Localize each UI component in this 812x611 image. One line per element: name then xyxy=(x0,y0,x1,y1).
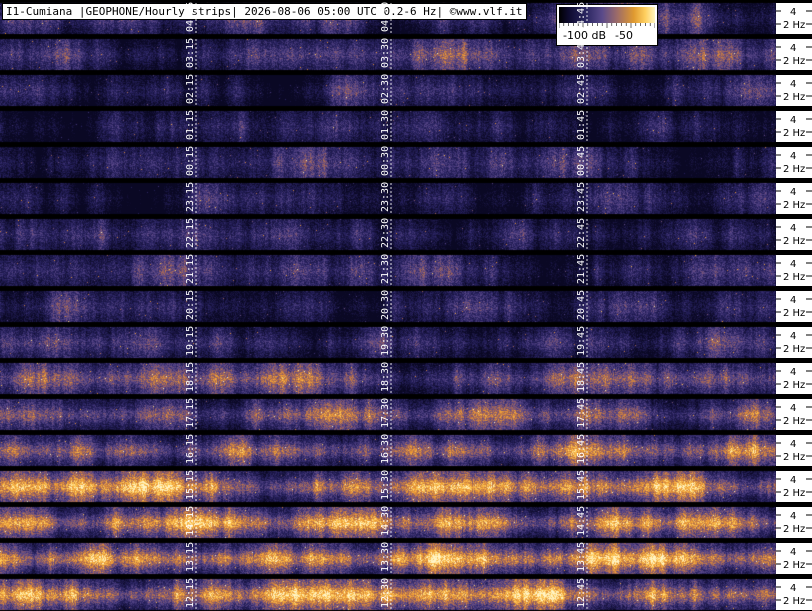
time-mark-label: 00:30 xyxy=(380,146,391,176)
freq-label-top: 4 xyxy=(790,43,796,54)
time-mark-label: 01:15 xyxy=(185,110,196,140)
freq-label-top: 4 xyxy=(790,259,796,270)
time-mark-label: 03:15 xyxy=(185,38,196,68)
freq-label-bottom: 2 Hz xyxy=(783,200,805,211)
time-mark-label: 21:15 xyxy=(185,254,196,284)
freq-label-top: 4 xyxy=(790,439,796,450)
time-mark-label: 17:15 xyxy=(185,398,196,428)
time-mark-label: 12:15 xyxy=(185,578,196,608)
time-mark-label: 21:30 xyxy=(380,254,391,284)
freq-label-top: 4 xyxy=(790,223,796,234)
freq-label-top: 4 xyxy=(790,151,796,162)
time-mark-label: 15:45 xyxy=(576,470,587,500)
freq-label-top: 4 xyxy=(790,511,796,522)
time-mark-label: 14:30 xyxy=(380,506,391,536)
freq-label-bottom: 2 Hz xyxy=(783,20,805,31)
freq-label-bottom: 2 Hz xyxy=(783,236,805,247)
freq-label-bottom: 2 Hz xyxy=(783,560,805,571)
time-mark-label: 20:45 xyxy=(576,290,587,320)
time-mark-label: 19:30 xyxy=(380,326,391,356)
freq-label-top: 4 xyxy=(790,79,796,90)
time-mark-label: 22:15 xyxy=(185,218,196,248)
freq-label-bottom: 2 Hz xyxy=(783,164,805,175)
freq-label-bottom: 2 Hz xyxy=(783,344,805,355)
time-mark-label: 04:15 xyxy=(185,2,196,32)
freq-label-top: 4 xyxy=(790,583,796,594)
time-mark-label: 14:15 xyxy=(185,506,196,536)
time-mark-label: 18:15 xyxy=(185,362,196,392)
time-mark-label: 16:15 xyxy=(185,434,196,464)
freq-label-bottom: 2 Hz xyxy=(783,308,805,319)
freq-label-bottom: 2 Hz xyxy=(783,380,805,391)
freq-label-bottom: 2 Hz xyxy=(783,488,805,499)
time-mark-label: 23:45 xyxy=(576,182,587,212)
time-mark-label: 23:30 xyxy=(380,182,391,212)
time-mark-label: 02:45 xyxy=(576,74,587,104)
time-mark-label: 04:45 xyxy=(576,2,587,32)
freq-label-top: 4 xyxy=(790,7,796,18)
time-mark-label: 13:30 xyxy=(380,542,391,572)
time-mark-label: 12:30 xyxy=(380,578,391,608)
strip-overlay: 04:15 04:30 04:45 4 2 Hz 03:15 03:30 03:45 4 2 Hz… xyxy=(185,2,812,610)
freq-label-top: 4 xyxy=(790,295,796,306)
time-mark-label: 21:45 xyxy=(576,254,587,284)
freq-label-bottom: 2 Hz xyxy=(783,128,805,139)
time-mark-label: 18:45 xyxy=(576,362,587,392)
time-mark-label: 15:30 xyxy=(380,470,391,500)
time-mark-label: 19:15 xyxy=(185,326,196,356)
freq-label-bottom: 2 Hz xyxy=(783,56,805,67)
time-mark-label: 17:30 xyxy=(380,398,391,428)
time-mark-label: 22:45 xyxy=(576,218,587,248)
freq-label-top: 4 xyxy=(790,547,796,558)
freq-label-top: 4 xyxy=(790,115,796,126)
time-mark-label: 17:45 xyxy=(576,398,587,428)
time-mark-label: 03:30 xyxy=(380,38,391,68)
time-mark-label: 01:45 xyxy=(576,110,587,140)
freq-label-bottom: 2 Hz xyxy=(783,596,805,607)
time-mark-label: 16:45 xyxy=(576,434,587,464)
freq-label-top: 4 xyxy=(790,187,796,198)
time-mark-label: 15:15 xyxy=(185,470,196,500)
freq-label-top: 4 xyxy=(790,475,796,486)
freq-label-top: 4 xyxy=(790,367,796,378)
time-mark-label: 23:15 xyxy=(185,182,196,212)
time-mark-label: 04:30 xyxy=(380,2,391,32)
time-mark-label: 14:45 xyxy=(576,506,587,536)
freq-label-bottom: 2 Hz xyxy=(783,416,805,427)
freq-label-bottom: 2 Hz xyxy=(783,92,805,103)
freq-label-bottom: 2 Hz xyxy=(783,272,805,283)
time-mark-label: 22:30 xyxy=(380,218,391,248)
time-mark-label: 20:30 xyxy=(380,290,391,320)
time-mark-label: 20:15 xyxy=(185,290,196,320)
time-mark-label: 12:45 xyxy=(576,578,587,608)
time-mark-label: 00:45 xyxy=(576,146,587,176)
time-mark-label: 19:45 xyxy=(576,326,587,356)
time-mark-label: 13:45 xyxy=(576,542,587,572)
time-mark-label: 02:30 xyxy=(380,74,391,104)
time-mark-label: 18:30 xyxy=(380,362,391,392)
time-mark-label: 13:15 xyxy=(185,542,196,572)
time-mark-label: 03:45 xyxy=(576,38,587,68)
freq-label-bottom: 2 Hz xyxy=(783,524,805,535)
time-mark-label: 02:15 xyxy=(185,74,196,104)
time-mark-label: 16:30 xyxy=(380,434,391,464)
time-mark-label: 00:15 xyxy=(185,146,196,176)
freq-label-top: 4 xyxy=(790,403,796,414)
freq-label-top: 4 xyxy=(790,331,796,342)
freq-label-bottom: 2 Hz xyxy=(783,452,805,463)
time-mark-label: 01:30 xyxy=(380,110,391,140)
